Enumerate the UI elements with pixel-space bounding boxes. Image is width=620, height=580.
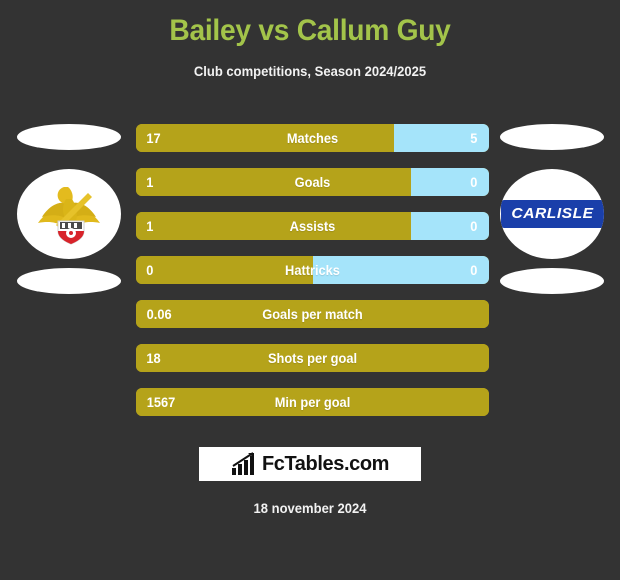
bar-chart-icon (231, 452, 254, 475)
matches-label: Matches (286, 130, 339, 146)
stat-row-shots-per-goal: 18 Shots per goal (136, 344, 489, 372)
goals-per-match-label: Goals per match (262, 306, 363, 322)
carlisle-united-badge-icon: CARLISLE (500, 169, 604, 259)
hattricks-label: Hattricks (285, 262, 340, 278)
shots-per-goal-label: Shots per goal (267, 350, 358, 366)
stats-list: 17 Matches 5 1 Goals 0 1 Assists 0 0 Hat… (136, 124, 489, 432)
fctables-logo[interactable]: FcTables.com (199, 447, 421, 481)
right-badge-bottom-ellipse (500, 268, 604, 294)
min-per-goal-label: Min per goal (274, 394, 351, 410)
stat-row-hattricks: 0 Hattricks 0 (136, 256, 489, 284)
assists-label: Assists (289, 218, 336, 234)
hattricks-right-value: 0 (470, 262, 478, 278)
player-comparison-card: Bailey vs Callum Guy Club competitions, … (0, 0, 620, 580)
left-badge-bottom-ellipse (17, 268, 121, 294)
stat-row-goals: 1 Goals 0 (136, 168, 489, 196)
stat-row-assists: 1 Assists 0 (136, 212, 489, 240)
right-badge-top-ellipse (500, 124, 604, 150)
doncaster-rovers-badge-icon (17, 169, 121, 259)
goals-label: Goals (294, 174, 331, 190)
matches-right-value: 5 (470, 130, 478, 146)
footer-date: 18 november 2024 (253, 500, 367, 516)
fctables-brand-text: FcTables.com (261, 452, 390, 475)
goals-right-value: 0 (470, 174, 478, 190)
stat-row-goals-per-match: 0.06 Goals per match (136, 300, 489, 328)
assists-right-value: 0 (470, 218, 478, 234)
page-subtitle: Club competitions, Season 2024/2025 (193, 63, 427, 79)
stat-row-matches: 17 Matches 5 (136, 124, 489, 152)
left-badge-top-ellipse (17, 124, 121, 150)
stat-row-min-per-goal: 1567 Min per goal (136, 388, 489, 416)
page-title: Bailey vs Callum Guy (169, 14, 451, 47)
carlisle-wordmark: CARLISLE (500, 200, 604, 228)
